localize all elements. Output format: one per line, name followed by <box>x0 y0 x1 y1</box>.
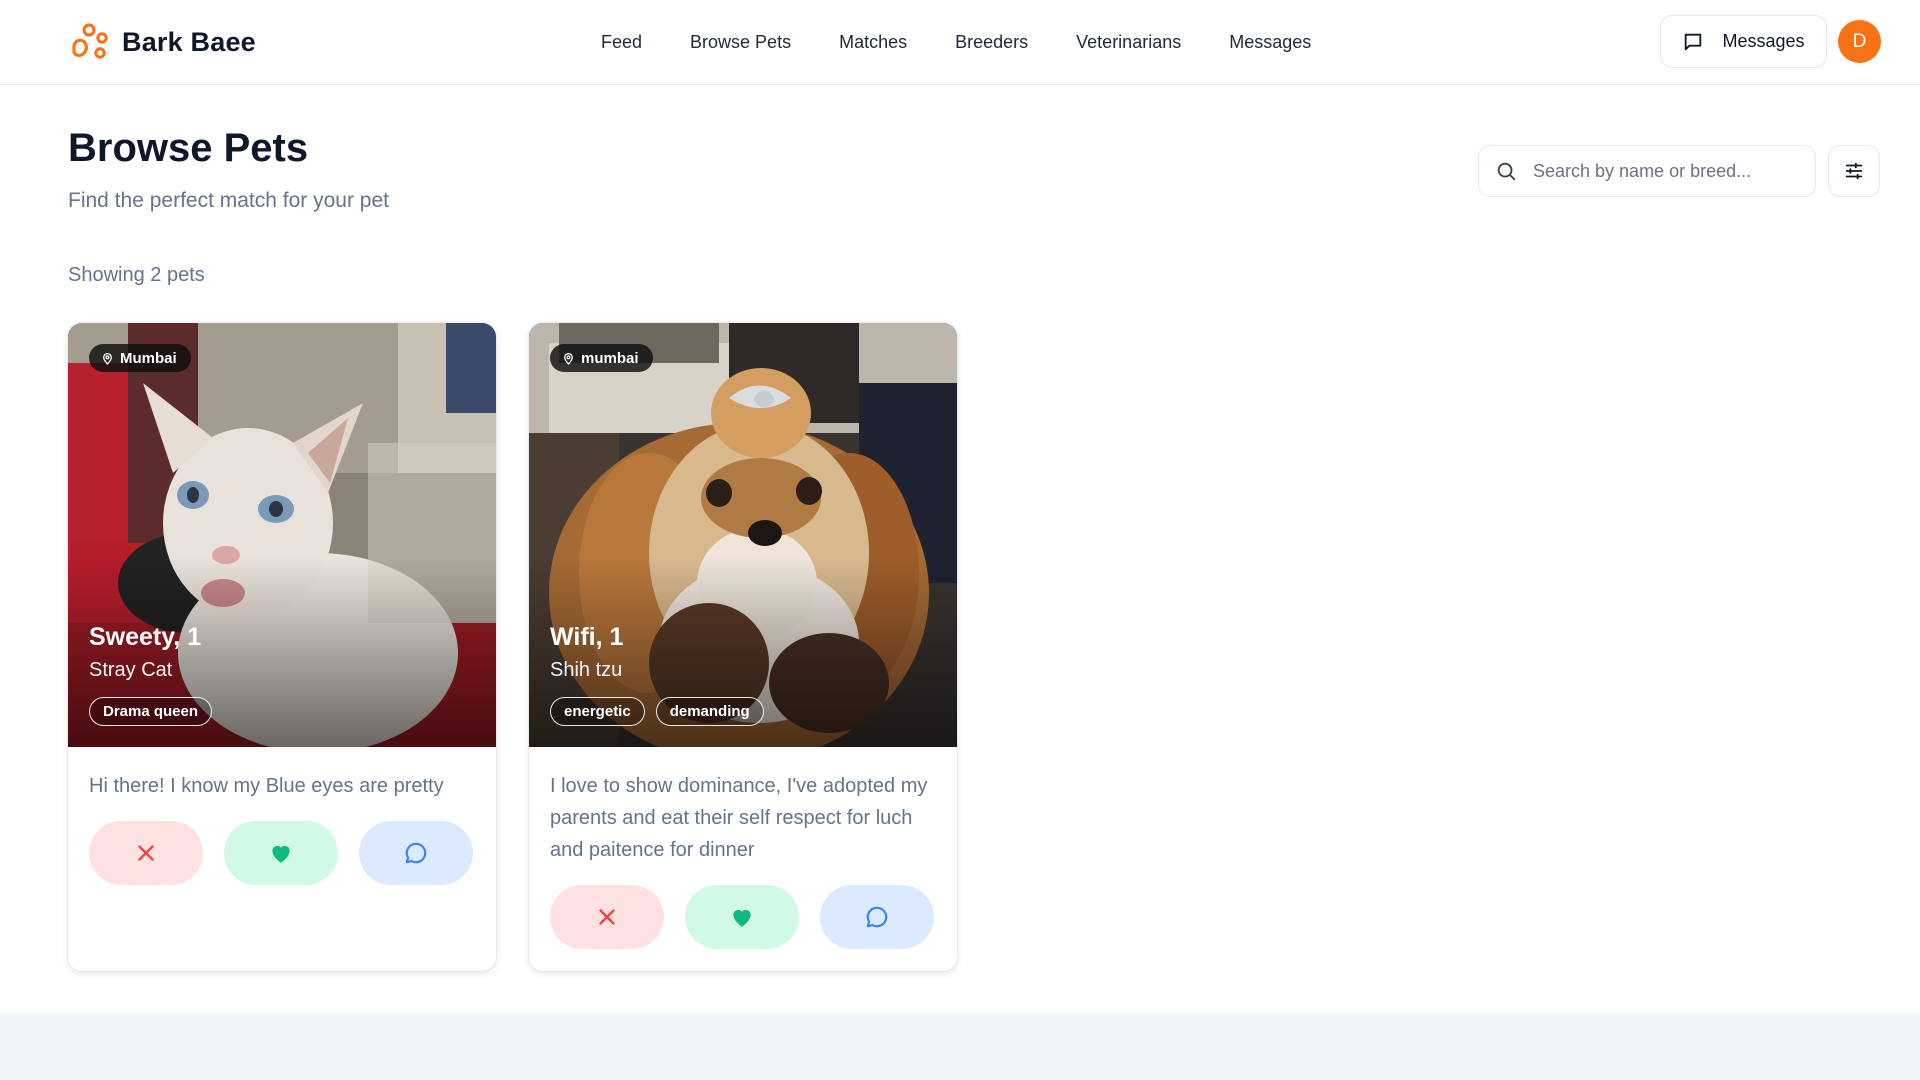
pass-button[interactable] <box>89 821 203 885</box>
main-nav: Feed Browse Pets Matches Breeders Veteri… <box>601 28 1311 56</box>
pet-bio: Hi there! I know my Blue eyes are pretty <box>89 775 444 797</box>
nav-item-browse-pets[interactable]: Browse Pets <box>690 28 791 56</box>
nav-item-breeders[interactable]: Breeders <box>955 28 1028 56</box>
message-circle-icon <box>866 906 888 928</box>
chat-button[interactable] <box>820 885 934 949</box>
messages-button[interactable]: Messages <box>1660 15 1827 68</box>
pet-photo[interactable]: Mumbai Sweety, 1 Stray Cat Drama queen <box>68 323 496 747</box>
location-badge: Mumbai <box>89 344 191 372</box>
heart-icon <box>733 909 751 927</box>
like-button[interactable] <box>224 821 338 885</box>
nav-item-messages[interactable]: Messages <box>1229 28 1311 56</box>
page-subtitle: Find the perfect match for your pet <box>68 189 389 212</box>
pet-name-age: Wifi, 1 <box>550 623 624 651</box>
pet-tags: Drama queen <box>89 697 213 726</box>
card-actions <box>550 885 934 949</box>
app-name: Bark Baee <box>122 26 256 57</box>
nav-item-feed[interactable]: Feed <box>601 28 642 56</box>
message-circle-icon <box>405 842 427 864</box>
search-box <box>1478 145 1816 197</box>
page-footer-band <box>0 1014 1920 1080</box>
trait-tag: demanding <box>655 697 764 726</box>
filter-button[interactable] <box>1828 145 1880 197</box>
messages-button-label: Messages <box>1722 31 1805 51</box>
pet-breed: Shih tzu <box>550 659 623 681</box>
like-button[interactable] <box>685 885 799 949</box>
trait-tag: energetic <box>550 697 645 726</box>
search-input[interactable] <box>1533 160 1793 182</box>
paw-logo-icon <box>72 23 108 59</box>
heart-icon <box>272 845 290 863</box>
sliders-icon <box>1845 162 1863 180</box>
pet-tags: energetic demanding <box>550 697 764 726</box>
trait-tag: Drama queen <box>89 697 213 726</box>
message-square-icon <box>1685 33 1702 50</box>
top-navbar: Bark Baee Feed Browse Pets Matches Breed… <box>0 0 1920 85</box>
user-avatar[interactable]: D <box>1838 20 1881 63</box>
x-icon <box>599 909 615 925</box>
location-badge: mumbai <box>550 344 653 372</box>
brand-logo[interactable]: Bark Baee <box>68 20 256 64</box>
pet-card[interactable]: Mumbai Sweety, 1 Stray Cat Drama queen H… <box>68 323 496 971</box>
pet-breed: Stray Cat <box>89 659 173 681</box>
pet-photo[interactable]: mumbai Wifi, 1 Shih tzu energetic demand… <box>529 323 957 747</box>
search-icon <box>1497 162 1516 181</box>
location-label: mumbai <box>581 349 639 367</box>
nav-item-veterinarians[interactable]: Veterinarians <box>1076 28 1181 56</box>
chat-button[interactable] <box>359 821 473 885</box>
x-icon <box>138 845 154 861</box>
map-pin-icon <box>103 352 112 365</box>
page-title: Browse Pets <box>68 126 309 170</box>
location-label: Mumbai <box>120 349 177 367</box>
results-count: Showing 2 pets <box>68 264 205 286</box>
card-actions <box>89 821 473 885</box>
pass-button[interactable] <box>550 885 664 949</box>
map-pin-icon <box>564 352 573 365</box>
pet-bio: I love to show dominance, I've adopted m… <box>550 775 928 861</box>
nav-item-matches[interactable]: Matches <box>839 28 907 56</box>
pet-card[interactable]: mumbai Wifi, 1 Shih tzu energetic demand… <box>529 323 957 971</box>
pet-name-age: Sweety, 1 <box>89 623 202 651</box>
